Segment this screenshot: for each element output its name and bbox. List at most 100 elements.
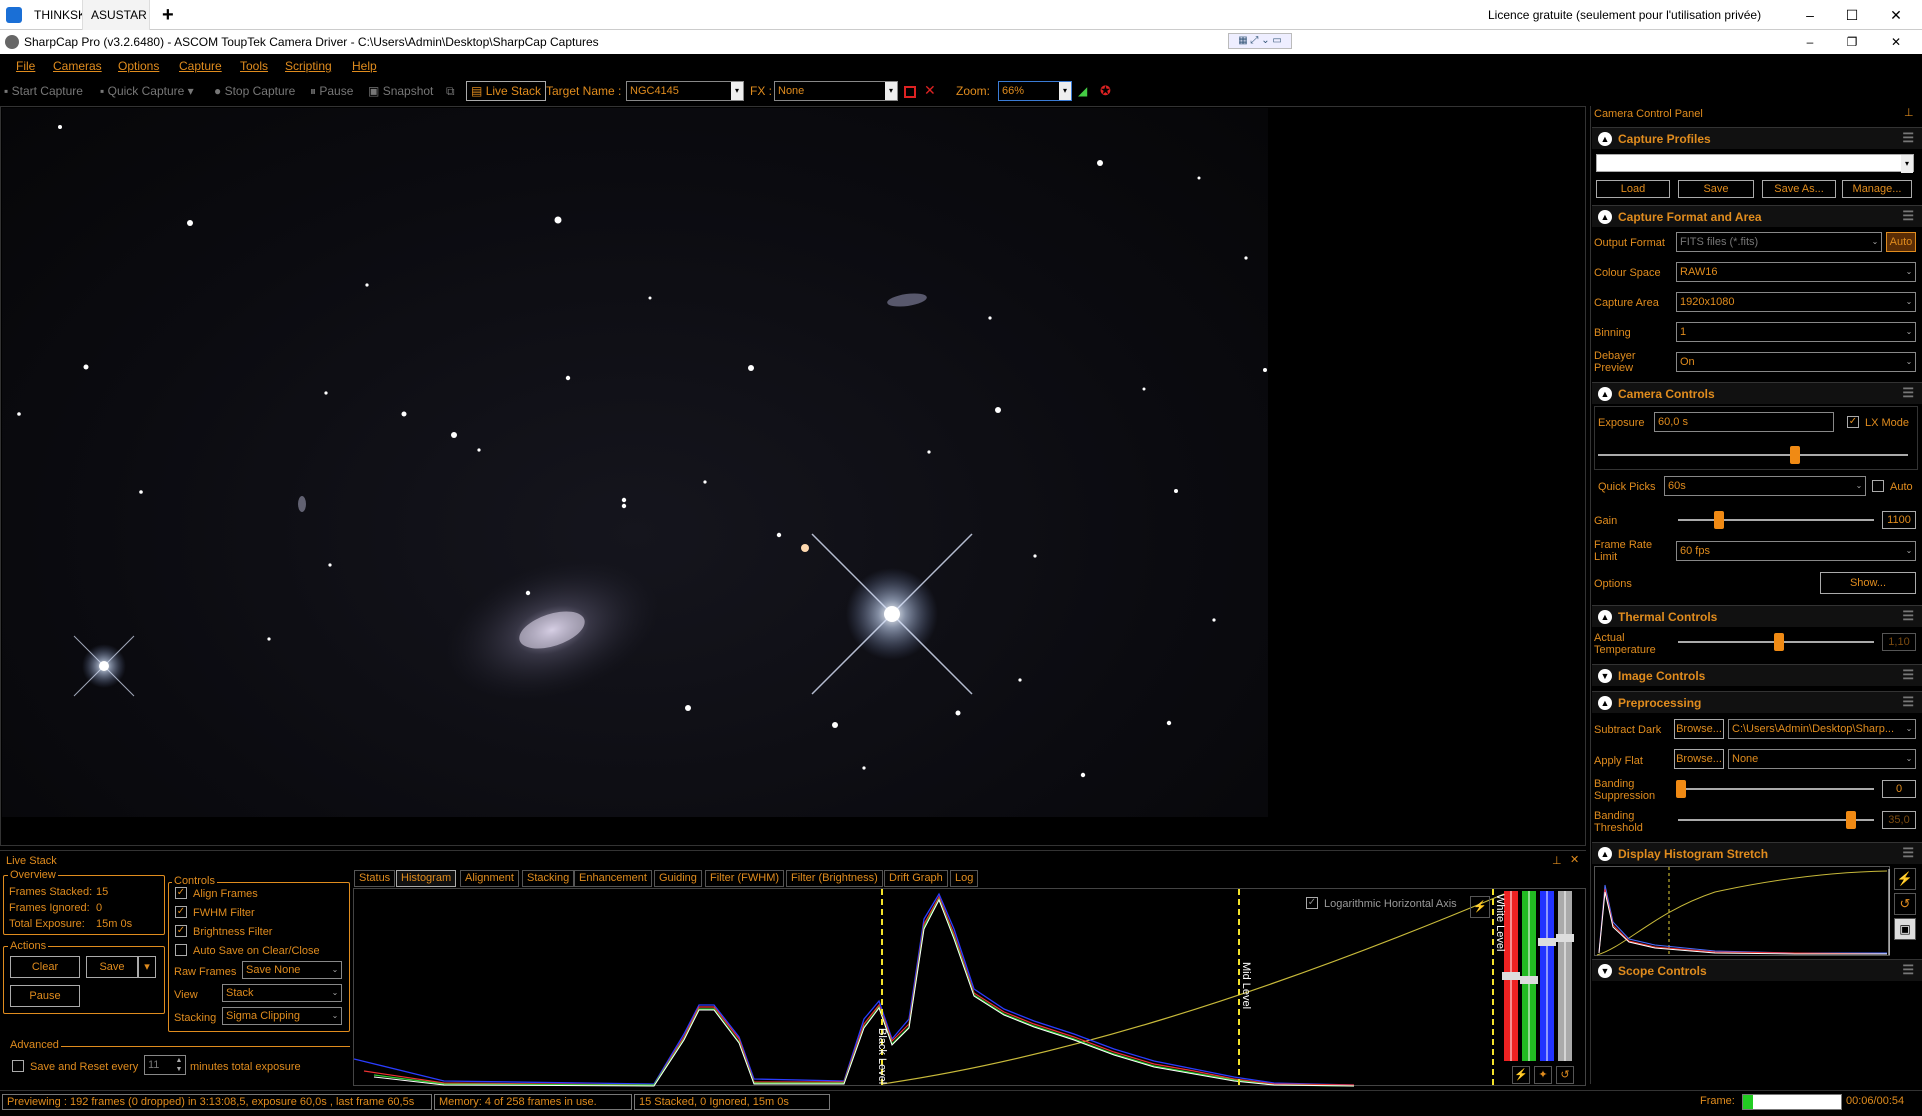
section-capture-format[interactable]: ▲ Capture Format and Area ☰ — [1592, 205, 1922, 227]
reset-stretch-icon[interactable]: ↺ — [1894, 893, 1916, 915]
tab-histogram[interactable]: Histogram — [396, 870, 457, 887]
remote-tab-asustar[interactable]: ASUSTAR ✕ — [82, 0, 150, 52]
menu-icon[interactable]: ☰ — [1902, 385, 1914, 401]
stop-capture-button[interactable]: ● Stop Capture — [214, 84, 295, 98]
menu-icon[interactable]: ☰ — [1902, 962, 1914, 978]
pause-button[interactable]: ⏸ Pause — [310, 84, 353, 99]
tab-filter-brightness[interactable]: Filter (Brightness) — [786, 870, 883, 887]
align-frames-checkbox[interactable]: ✓ — [175, 887, 187, 899]
chevron-down-icon[interactable]: ⌄ — [1903, 323, 1915, 341]
pin-icon[interactable]: ⊥ — [1904, 106, 1914, 119]
tab-stacking[interactable]: Stacking — [522, 870, 575, 887]
chevron-down-icon[interactable]: ⌄ — [329, 1008, 341, 1024]
gain-value[interactable]: 1100 — [1882, 511, 1916, 529]
banding-suppression-value[interactable]: 0 — [1882, 780, 1916, 798]
chevron-down-icon[interactable]: ⌄ — [1869, 233, 1881, 251]
chevron-up-icon[interactable]: ▲ — [1598, 847, 1612, 861]
pin-icon[interactable]: ⊥ — [1552, 854, 1562, 867]
tab-guiding[interactable]: Guiding — [654, 870, 702, 887]
fx-select[interactable]: None ▾ — [774, 81, 898, 101]
fwhm-filter-checkbox[interactable]: ✓ — [175, 906, 187, 918]
chevron-down-icon[interactable]: ▼ — [1598, 964, 1612, 978]
gain-slider-thumb[interactable] — [1714, 511, 1724, 529]
chevron-down-icon[interactable]: ⌄ — [1853, 477, 1865, 495]
maximize-icon[interactable]: ☐ — [1832, 0, 1872, 30]
chevron-down-icon[interactable]: ⌄ — [1903, 293, 1915, 311]
browse-dark-button[interactable]: Browse... — [1674, 719, 1724, 739]
menu-help[interactable]: Help — [352, 59, 377, 73]
section-display-histogram[interactable]: ▲ Display Histogram Stretch ☰ — [1592, 842, 1922, 864]
crosshair-icon[interactable]: ✕ — [924, 82, 936, 99]
chevron-down-icon[interactable]: ⌄ — [329, 985, 341, 1001]
chevron-up-icon[interactable]: ▲ — [1598, 610, 1612, 624]
output-format-select[interactable]: FITS files (*.fits) ⌄ — [1676, 232, 1882, 252]
save-as-button[interactable]: Save As... — [1762, 180, 1836, 198]
quick-capture-button[interactable]: ▪ Quick Capture ▾ — [100, 84, 194, 98]
snapshot-button[interactable]: ▣ Snapshot — [368, 84, 433, 98]
app-restore-icon[interactable]: ❐ — [1832, 30, 1872, 54]
menu-icon[interactable]: ☰ — [1902, 845, 1914, 861]
chevron-down-icon[interactable]: ▾ — [731, 82, 743, 100]
section-preprocessing[interactable]: ▲ Preprocessing ☰ — [1592, 691, 1922, 713]
browse-flat-button[interactable]: Browse... — [1674, 749, 1724, 769]
chevron-down-icon[interactable]: ⌄ — [1903, 542, 1915, 560]
clear-button[interactable]: Clear — [10, 956, 80, 978]
settings-icon[interactable]: ⧉ — [446, 84, 455, 99]
chevron-up-icon[interactable]: ▲ — [1598, 210, 1612, 224]
minimize-icon[interactable]: – — [1790, 0, 1830, 30]
start-capture-button[interactable]: ▪ Start Capture — [4, 84, 83, 98]
tab-alignment[interactable]: Alignment — [460, 870, 519, 887]
menu-capture[interactable]: Capture — [179, 59, 222, 73]
menu-icon[interactable]: ☰ — [1902, 608, 1914, 624]
apply-flat-select[interactable]: None ⌄ — [1728, 749, 1916, 769]
debayer-select[interactable]: On ⌄ — [1676, 352, 1916, 372]
menu-scripting[interactable]: Scripting — [285, 59, 332, 73]
reset-level-icon[interactable]: ↺ — [1556, 1066, 1574, 1084]
section-camera-controls[interactable]: ▲ Camera Controls ☰ — [1592, 382, 1922, 404]
live-stack-button[interactable]: ▤ Live Stack — [466, 81, 547, 101]
auto-save-checkbox[interactable] — [175, 944, 187, 956]
menu-icon[interactable]: ☰ — [1902, 667, 1914, 683]
rectangle-select-icon[interactable] — [904, 86, 916, 98]
banding-threshold-thumb[interactable] — [1846, 811, 1856, 829]
chevron-up-icon[interactable]: ▲ — [1598, 387, 1612, 401]
stacking-select[interactable]: Sigma Clipping ⌄ — [222, 1007, 342, 1025]
chevron-up-icon[interactable]: ▲ — [1598, 696, 1612, 710]
exposure-slider[interactable] — [1598, 454, 1908, 456]
auto-level-icon[interactable]: ⚡ — [1512, 1066, 1530, 1084]
banding-suppression-thumb[interactable] — [1676, 780, 1686, 798]
lx-mode-checkbox[interactable]: ✓ — [1847, 416, 1859, 428]
chevron-down-icon[interactable]: ▼ — [1598, 669, 1612, 683]
tab-filter-fwhm[interactable]: Filter (FWHM) — [705, 870, 785, 887]
zoom-select[interactable]: 66% ▾ — [998, 81, 1072, 101]
menu-icon[interactable]: ☰ — [1902, 130, 1914, 146]
section-capture-profiles[interactable]: ▲ Capture Profiles ☰ — [1592, 127, 1922, 149]
close-window-icon[interactable]: ✕ — [1876, 0, 1916, 30]
menu-icon[interactable]: ☰ — [1902, 694, 1914, 710]
auto-exposure-checkbox[interactable] — [1872, 480, 1884, 492]
subtract-dark-select[interactable]: C:\Users\Admin\Desktop\Sharp... ⌄ — [1728, 719, 1916, 739]
exposure-input[interactable]: 60,0 s — [1654, 412, 1834, 432]
save-stack-button[interactable]: Save — [86, 956, 138, 978]
app-minimize-icon[interactable]: – — [1790, 30, 1830, 54]
show-options-button[interactable]: Show... — [1820, 572, 1916, 594]
close-icon[interactable]: ✕ — [1570, 853, 1579, 866]
focus-icon[interactable]: ✪ — [1100, 83, 1111, 99]
manage-button[interactable]: Manage... — [1842, 180, 1912, 198]
quick-picks-select[interactable]: 60s ⌄ — [1664, 476, 1866, 496]
menu-file[interactable]: File — [16, 59, 35, 73]
new-tab-button[interactable]: + — [154, 0, 182, 30]
chevron-up-icon[interactable]: ▲ — [1598, 132, 1612, 146]
banding-suppression-slider[interactable] — [1678, 788, 1874, 790]
remote-tools-icon[interactable]: ▦ ⤢ ⌄ ▭ — [1228, 33, 1292, 49]
chevron-down-icon[interactable]: ⌄ — [1903, 720, 1915, 738]
chevron-down-icon[interactable]: ▾ — [885, 82, 897, 100]
chevron-down-icon[interactable]: ⌄ — [1903, 750, 1915, 768]
chevron-down-icon[interactable]: ▾ — [188, 84, 194, 98]
auto-stretch-icon[interactable]: ⚡ — [1894, 868, 1916, 890]
chevron-down-icon[interactable]: ▾ — [1901, 155, 1913, 173]
menu-tools[interactable]: Tools — [240, 59, 268, 73]
capture-area-select[interactable]: 1920x1080 ⌄ — [1676, 292, 1916, 312]
save-reset-checkbox[interactable] — [12, 1060, 24, 1072]
tab-drift-graph[interactable]: Drift Graph — [884, 870, 948, 887]
